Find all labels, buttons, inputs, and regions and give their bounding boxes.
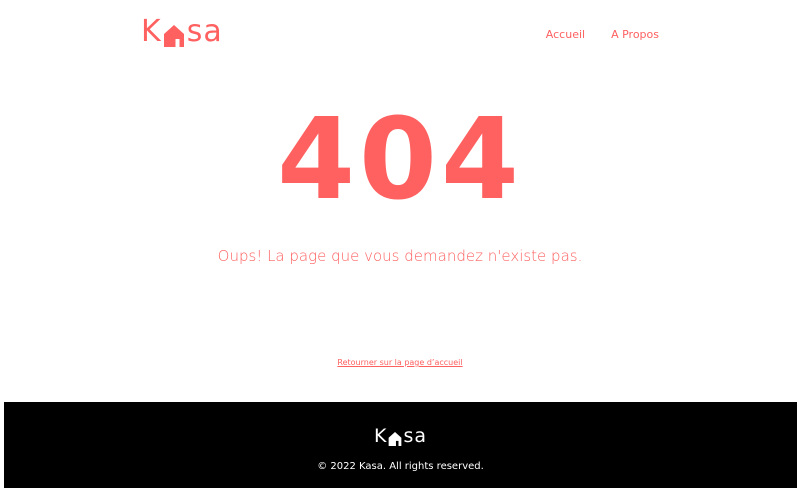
logo-letters-sa: sa	[186, 14, 223, 49]
kasa-logo[interactable]: K sa	[141, 14, 223, 50]
header: K sa Accueil A Propos	[0, 0, 800, 70]
house-icon	[163, 21, 185, 47]
footer-logo-letters-sa: sa	[403, 425, 427, 447]
logo-letter-k: K	[141, 14, 162, 49]
footer-logo-letter-k: K	[373, 425, 388, 447]
error-code: 404	[277, 95, 523, 225]
main-nav: Accueil A Propos	[546, 28, 659, 41]
back-to-home-link[interactable]: Retourner sur la page d’accueil	[337, 358, 462, 367]
nav-link-a-propos[interactable]: A Propos	[611, 28, 659, 41]
footer-copyright: © 2022 Kasa. All rights reserved.	[317, 461, 484, 472]
error-message: Oups! La page que vous demandez n'existe…	[217, 247, 583, 265]
house-icon	[388, 429, 402, 446]
back-link-container: Retourner sur la page d’accueil	[0, 350, 800, 369]
footer: K sa © 2022 Kasa. All rights reserved.	[4, 402, 797, 488]
footer-logo: K sa	[4, 424, 797, 448]
nav-link-accueil[interactable]: Accueil	[546, 28, 585, 41]
page: K sa Accueil A Propos 404 Oups! La page …	[0, 0, 800, 491]
